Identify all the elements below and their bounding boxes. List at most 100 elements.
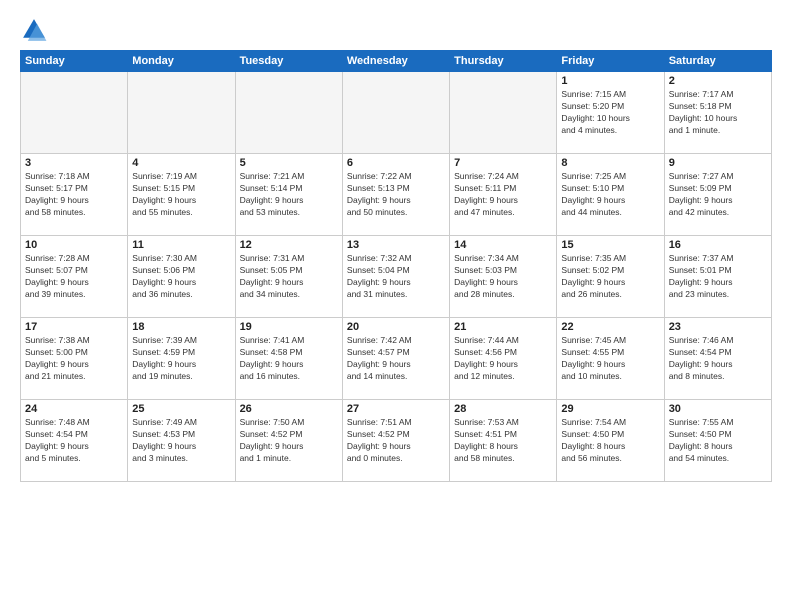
weekday-header: Saturday [664,51,771,72]
day-info: Sunrise: 7:49 AM Sunset: 4:53 PM Dayligh… [132,417,230,465]
calendar-cell: 11Sunrise: 7:30 AM Sunset: 5:06 PM Dayli… [128,236,235,318]
day-info: Sunrise: 7:48 AM Sunset: 4:54 PM Dayligh… [25,417,123,465]
calendar-cell: 29 Sunrise: 7:54 AM Sunset: 4:50 PM Dayli… [557,400,664,482]
weekday-header: Tuesday [235,51,342,72]
calendar-cell: 2Sunrise: 7:17 AM Sunset: 5:18 PM Daylig… [664,72,771,154]
calendar-cell: 5 Sunrise: 7:21 AM Sunset: 5:14 PM Daylig… [235,154,342,236]
day-info: Sunrise: 7:35 AM Sunset: 5:02 PM Dayligh… [561,253,659,301]
day-info: Sunrise: 7:30 AM Sunset: 5:06 PM Dayligh… [132,253,230,301]
calendar-cell: 30 Sunrise: 7:55 AM Sunset: 4:50 PM Dayli… [664,400,771,482]
calendar-cell: 16 Sunrise: 7:37 AM Sunset: 5:01 PM Dayli… [664,236,771,318]
day-number: 28 [454,403,552,415]
calendar-cell: 24Sunrise: 7:48 AM Sunset: 4:54 PM Dayli… [21,400,128,482]
day-number: 1 [561,75,659,87]
day-number: 19 [240,321,338,333]
day-number: 10 [25,239,123,251]
calendar-cell: 27Sunrise: 7:51 AM Sunset: 4:52 PM Dayli… [342,400,449,482]
day-info: Sunrise: 7:54 AM Sunset: 4:50 PM Dayligh… [561,417,659,465]
calendar-week-row: 3 Sunrise: 7:18 AM Sunset: 5:17 PM Daylig… [21,154,772,236]
calendar-cell: 4Sunrise: 7:19 AM Sunset: 5:15 PM Daylig… [128,154,235,236]
calendar-cell: 23 Sunrise: 7:46 AM Sunset: 4:54 PM Dayli… [664,318,771,400]
day-number: 13 [347,239,445,251]
calendar-cell: 9 Sunrise: 7:27 AM Sunset: 5:09 PM Daylig… [664,154,771,236]
day-number: 12 [240,239,338,251]
day-number: 17 [25,321,123,333]
calendar-cell: 13 Sunrise: 7:32 AM Sunset: 5:04 PM Dayli… [342,236,449,318]
day-number: 8 [561,157,659,169]
calendar-cell: 12 Sunrise: 7:31 AM Sunset: 5:05 PM Dayli… [235,236,342,318]
day-number: 21 [454,321,552,333]
day-info: Sunrise: 7:51 AM Sunset: 4:52 PM Dayligh… [347,417,445,465]
calendar-cell: 26Sunrise: 7:50 AM Sunset: 4:52 PM Dayli… [235,400,342,482]
day-info: Sunrise: 7:15 AM Sunset: 5:20 PM Dayligh… [561,89,659,137]
day-number: 15 [561,239,659,251]
weekday-header: Thursday [450,51,557,72]
calendar-cell: 20 Sunrise: 7:42 AM Sunset: 4:57 PM Dayli… [342,318,449,400]
day-number: 30 [669,403,767,415]
calendar-cell: 25 Sunrise: 7:49 AM Sunset: 4:53 PM Dayli… [128,400,235,482]
day-info: Sunrise: 7:31 AM Sunset: 5:05 PM Dayligh… [240,253,338,301]
calendar-cell [21,72,128,154]
day-info: Sunrise: 7:55 AM Sunset: 4:50 PM Dayligh… [669,417,767,465]
calendar-cell: 10 Sunrise: 7:28 AM Sunset: 5:07 PM Dayli… [21,236,128,318]
weekday-header: Wednesday [342,51,449,72]
logo [20,16,52,44]
day-info: Sunrise: 7:37 AM Sunset: 5:01 PM Dayligh… [669,253,767,301]
calendar-cell: 14 Sunrise: 7:34 AM Sunset: 5:03 PM Dayli… [450,236,557,318]
day-info: Sunrise: 7:24 AM Sunset: 5:11 PM Dayligh… [454,171,552,219]
day-info: Sunrise: 7:53 AM Sunset: 4:51 PM Dayligh… [454,417,552,465]
day-number: 3 [25,157,123,169]
day-info: Sunrise: 7:32 AM Sunset: 5:04 PM Dayligh… [347,253,445,301]
day-number: 22 [561,321,659,333]
calendar-week-row: 10 Sunrise: 7:28 AM Sunset: 5:07 PM Dayli… [21,236,772,318]
day-number: 20 [347,321,445,333]
day-info: Sunrise: 7:38 AM Sunset: 5:00 PM Dayligh… [25,335,123,383]
day-number: 6 [347,157,445,169]
calendar-cell: 15 Sunrise: 7:35 AM Sunset: 5:02 PM Dayli… [557,236,664,318]
day-number: 25 [132,403,230,415]
day-info: Sunrise: 7:27 AM Sunset: 5:09 PM Dayligh… [669,171,767,219]
calendar-cell: 8 Sunrise: 7:25 AM Sunset: 5:10 PM Daylig… [557,154,664,236]
day-info: Sunrise: 7:46 AM Sunset: 4:54 PM Dayligh… [669,335,767,383]
calendar-cell: 28 Sunrise: 7:53 AM Sunset: 4:51 PM Dayli… [450,400,557,482]
day-info: Sunrise: 7:34 AM Sunset: 5:03 PM Dayligh… [454,253,552,301]
day-number: 26 [240,403,338,415]
day-info: Sunrise: 7:41 AM Sunset: 4:58 PM Dayligh… [240,335,338,383]
day-info: Sunrise: 7:21 AM Sunset: 5:14 PM Dayligh… [240,171,338,219]
page: SundayMondayTuesdayWednesdayThursdayFrid… [0,0,792,612]
calendar-cell: 18Sunrise: 7:39 AM Sunset: 4:59 PM Dayli… [128,318,235,400]
weekday-header: Friday [557,51,664,72]
day-info: Sunrise: 7:25 AM Sunset: 5:10 PM Dayligh… [561,171,659,219]
day-info: Sunrise: 7:17 AM Sunset: 5:18 PM Dayligh… [669,89,767,137]
calendar-cell: 3 Sunrise: 7:18 AM Sunset: 5:17 PM Daylig… [21,154,128,236]
calendar-cell: 19 Sunrise: 7:41 AM Sunset: 4:58 PM Dayli… [235,318,342,400]
calendar-week-row: 1 Sunrise: 7:15 AM Sunset: 5:20 PM Daylig… [21,72,772,154]
day-number: 29 [561,403,659,415]
calendar-cell [342,72,449,154]
day-info: Sunrise: 7:18 AM Sunset: 5:17 PM Dayligh… [25,171,123,219]
day-number: 9 [669,157,767,169]
day-info: Sunrise: 7:28 AM Sunset: 5:07 PM Dayligh… [25,253,123,301]
weekday-header: Monday [128,51,235,72]
day-info: Sunrise: 7:45 AM Sunset: 4:55 PM Dayligh… [561,335,659,383]
day-info: Sunrise: 7:39 AM Sunset: 4:59 PM Dayligh… [132,335,230,383]
weekday-header: Sunday [21,51,128,72]
header [20,16,772,44]
day-info: Sunrise: 7:22 AM Sunset: 5:13 PM Dayligh… [347,171,445,219]
calendar-week-row: 17 Sunrise: 7:38 AM Sunset: 5:00 PM Dayli… [21,318,772,400]
calendar-cell: 6 Sunrise: 7:22 AM Sunset: 5:13 PM Daylig… [342,154,449,236]
calendar-week-row: 24Sunrise: 7:48 AM Sunset: 4:54 PM Dayli… [21,400,772,482]
day-info: Sunrise: 7:44 AM Sunset: 4:56 PM Dayligh… [454,335,552,383]
day-info: Sunrise: 7:42 AM Sunset: 4:57 PM Dayligh… [347,335,445,383]
day-number: 23 [669,321,767,333]
calendar-cell: 7 Sunrise: 7:24 AM Sunset: 5:11 PM Daylig… [450,154,557,236]
calendar-cell: 1 Sunrise: 7:15 AM Sunset: 5:20 PM Daylig… [557,72,664,154]
day-number: 14 [454,239,552,251]
calendar-cell: 17 Sunrise: 7:38 AM Sunset: 5:00 PM Dayli… [21,318,128,400]
day-number: 16 [669,239,767,251]
day-number: 7 [454,157,552,169]
day-info: Sunrise: 7:19 AM Sunset: 5:15 PM Dayligh… [132,171,230,219]
calendar-cell [450,72,557,154]
day-number: 5 [240,157,338,169]
calendar: SundayMondayTuesdayWednesdayThursdayFrid… [20,50,772,482]
